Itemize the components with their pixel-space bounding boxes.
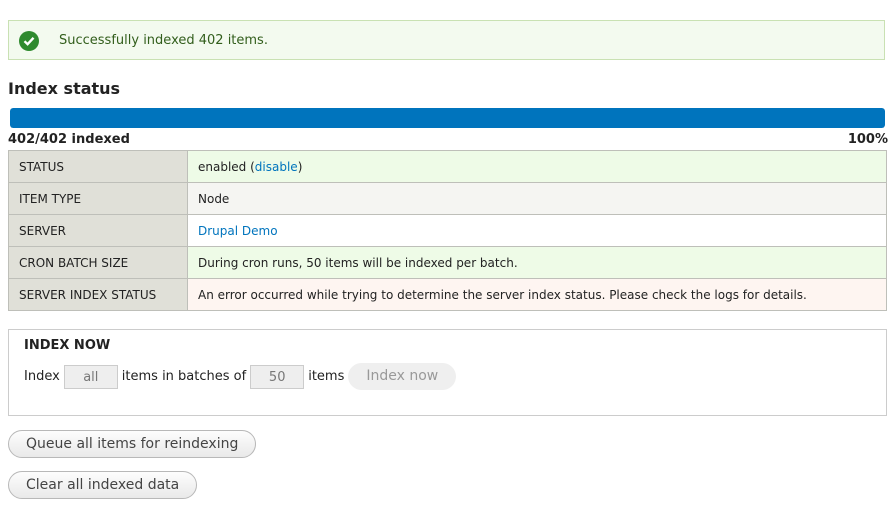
table-row: CRON BATCH SIZE During cron runs, 50 ite… xyxy=(8,246,887,279)
server-key: SERVER xyxy=(8,214,188,247)
status-close: ) xyxy=(297,159,303,174)
checkmark-icon xyxy=(19,31,39,51)
status-message: Successfully indexed 402 items. xyxy=(8,20,885,60)
cron-key: CRON BATCH SIZE xyxy=(8,246,188,279)
page-title: Index status xyxy=(8,79,121,98)
status-message-text: Successfully indexed 402 items. xyxy=(59,33,268,48)
items-input[interactable]: all xyxy=(63,364,118,389)
index-now-fieldset: INDEX NOW Index all items in batches of … xyxy=(8,329,887,416)
index-middle: items in batches of xyxy=(121,369,247,384)
batch-size-input[interactable]: 50 xyxy=(250,364,305,389)
table-row: SERVER INDEX STATUS An error occurred wh… xyxy=(8,278,887,311)
index-now-legend: INDEX NOW xyxy=(24,338,111,353)
progress-label: 402/402 indexed xyxy=(8,132,130,147)
server-index-key: SERVER INDEX STATUS xyxy=(8,278,188,311)
server-link[interactable]: Drupal Demo xyxy=(198,224,278,238)
disable-link[interactable]: disable xyxy=(255,160,298,174)
index-suffix: items xyxy=(308,369,345,384)
index-now-button[interactable]: Index now xyxy=(348,363,457,390)
status-key: STATUS xyxy=(8,150,188,183)
progress-percent: 100% xyxy=(847,132,888,147)
server-index-value: An error occurred while trying to determ… xyxy=(187,278,887,311)
item-type-key: ITEM TYPE xyxy=(8,182,188,215)
clear-index-button[interactable]: Clear all indexed data xyxy=(8,471,198,499)
index-prefix: Index xyxy=(24,369,60,384)
queue-reindex-button[interactable]: Queue all items for reindexing xyxy=(8,430,257,458)
status-table: STATUS enabled (disable) ITEM TYPE Node … xyxy=(8,150,887,311)
index-now-line: Index all items in batches of 50 items I… xyxy=(24,363,457,390)
progress-fill xyxy=(10,108,885,128)
status-value: enabled (disable) xyxy=(187,150,887,183)
server-value: Drupal Demo xyxy=(187,214,887,247)
status-text: enabled ( xyxy=(198,159,255,174)
table-row: SERVER Drupal Demo xyxy=(8,214,887,247)
table-row: STATUS enabled (disable) xyxy=(8,150,887,183)
cron-value: During cron runs, 50 items will be index… xyxy=(187,246,887,279)
progress-bar xyxy=(10,108,885,128)
table-row: ITEM TYPE Node xyxy=(8,182,887,215)
item-type-value: Node xyxy=(187,182,887,215)
